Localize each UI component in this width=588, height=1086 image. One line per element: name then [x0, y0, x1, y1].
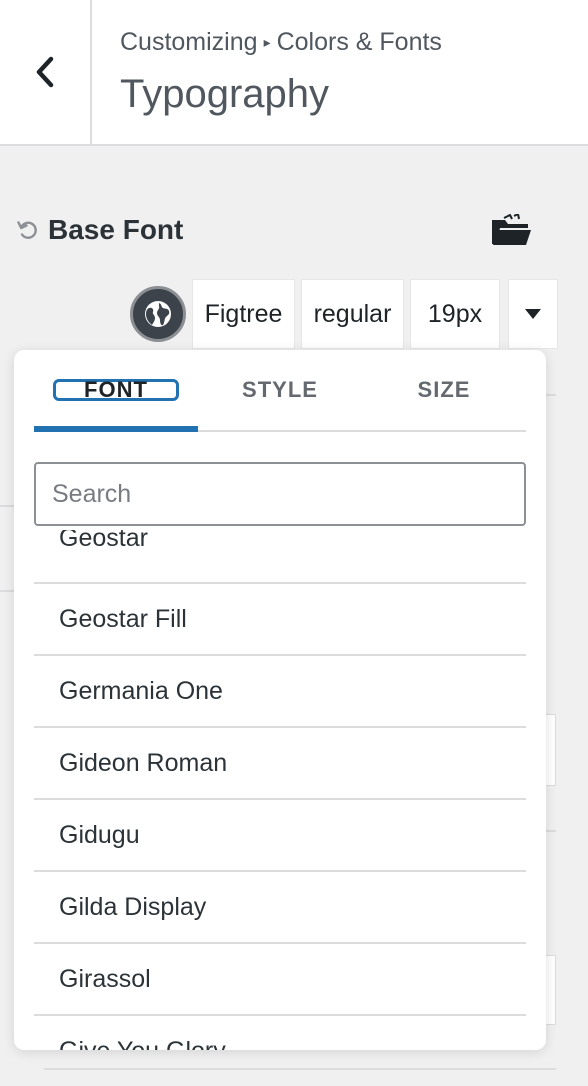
font-picker-dropdown: FONT STYLE SIZE Geostar Geostar Fill Ger…: [14, 350, 546, 1050]
background-field: [546, 714, 556, 786]
breadcrumb-root: Customizing: [120, 28, 258, 56]
reset-icon[interactable]: [16, 218, 40, 242]
tab-style-label: STYLE: [242, 377, 318, 402]
font-list-item[interactable]: Geostar: [34, 530, 526, 584]
tab-style[interactable]: STYLE: [198, 350, 362, 430]
base-font-label: Base Font: [48, 214, 184, 245]
globe-icon: [145, 301, 171, 327]
font-list-item[interactable]: Gideon Roman: [34, 728, 526, 800]
font-list[interactable]: Geostar Geostar Fill Germania One Gideon…: [34, 530, 526, 1050]
chevron-left-icon: [36, 56, 54, 88]
font-selector-row: Figtree regular 19px: [130, 279, 558, 349]
tab-size[interactable]: SIZE: [362, 350, 526, 430]
font-family-select[interactable]: Figtree: [192, 279, 295, 349]
font-list-item[interactable]: Gilda Display: [34, 872, 526, 944]
tab-font-label: FONT: [53, 379, 179, 401]
font-list-item[interactable]: Germania One: [34, 656, 526, 728]
font-search-input[interactable]: [34, 462, 526, 526]
font-list-item[interactable]: Gidugu: [34, 800, 526, 872]
background-field: [546, 955, 556, 1025]
google-fonts-button[interactable]: [130, 286, 186, 342]
background-divider: [546, 394, 556, 396]
folder-open-icon[interactable]: [490, 214, 532, 250]
font-list-item[interactable]: Girassol: [34, 944, 526, 1016]
background-divider: [0, 590, 14, 592]
font-list-item[interactable]: Geostar Fill: [34, 584, 526, 656]
font-list-items: Geostar Geostar Fill Germania One Gideon…: [34, 530, 526, 1050]
background-divider: [0, 505, 14, 507]
back-button[interactable]: [0, 0, 92, 144]
tab-size-label: SIZE: [417, 377, 471, 402]
base-font-control-title: Base Font: [16, 214, 183, 246]
dropdown-toggle-button[interactable]: [508, 279, 558, 349]
tab-font[interactable]: FONT: [34, 350, 198, 432]
breadcrumb-section: Colors & Fonts: [276, 28, 442, 56]
font-size-select[interactable]: 19px: [410, 279, 500, 349]
customizer-header: Customizing ▸ Colors & Fonts Typography: [0, 0, 588, 146]
breadcrumb: Customizing ▸ Colors & Fonts: [120, 28, 442, 57]
font-list-item[interactable]: Give You Glory: [34, 1016, 526, 1051]
breadcrumb-separator-icon: ▸: [263, 34, 271, 50]
font-picker-tabs: FONT STYLE SIZE: [34, 350, 526, 432]
background-divider: [546, 830, 556, 832]
caret-down-icon: [525, 309, 541, 319]
font-style-select[interactable]: regular: [301, 279, 404, 349]
page-title: Typography: [120, 72, 330, 116]
background-divider: [44, 1068, 556, 1070]
